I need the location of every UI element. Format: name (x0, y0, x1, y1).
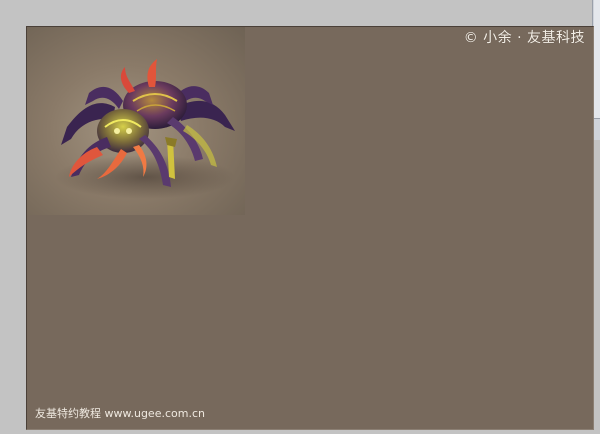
copyright-watermark: © 小余 · 友基科技 (463, 30, 585, 46)
workspace-background: © 小余 · 友基科技 友基特约教程 www.ugee.com.cn (0, 0, 600, 434)
spider-artwork-image (27, 27, 245, 215)
scrollbar-thumb[interactable] (594, 0, 600, 119)
footer-watermark: 友基特约教程 www.ugee.com.cn (35, 407, 205, 420)
document-canvas[interactable]: © 小余 · 友基科技 友基特约教程 www.ugee.com.cn (26, 26, 594, 430)
spider-illustration-icon (55, 59, 235, 199)
